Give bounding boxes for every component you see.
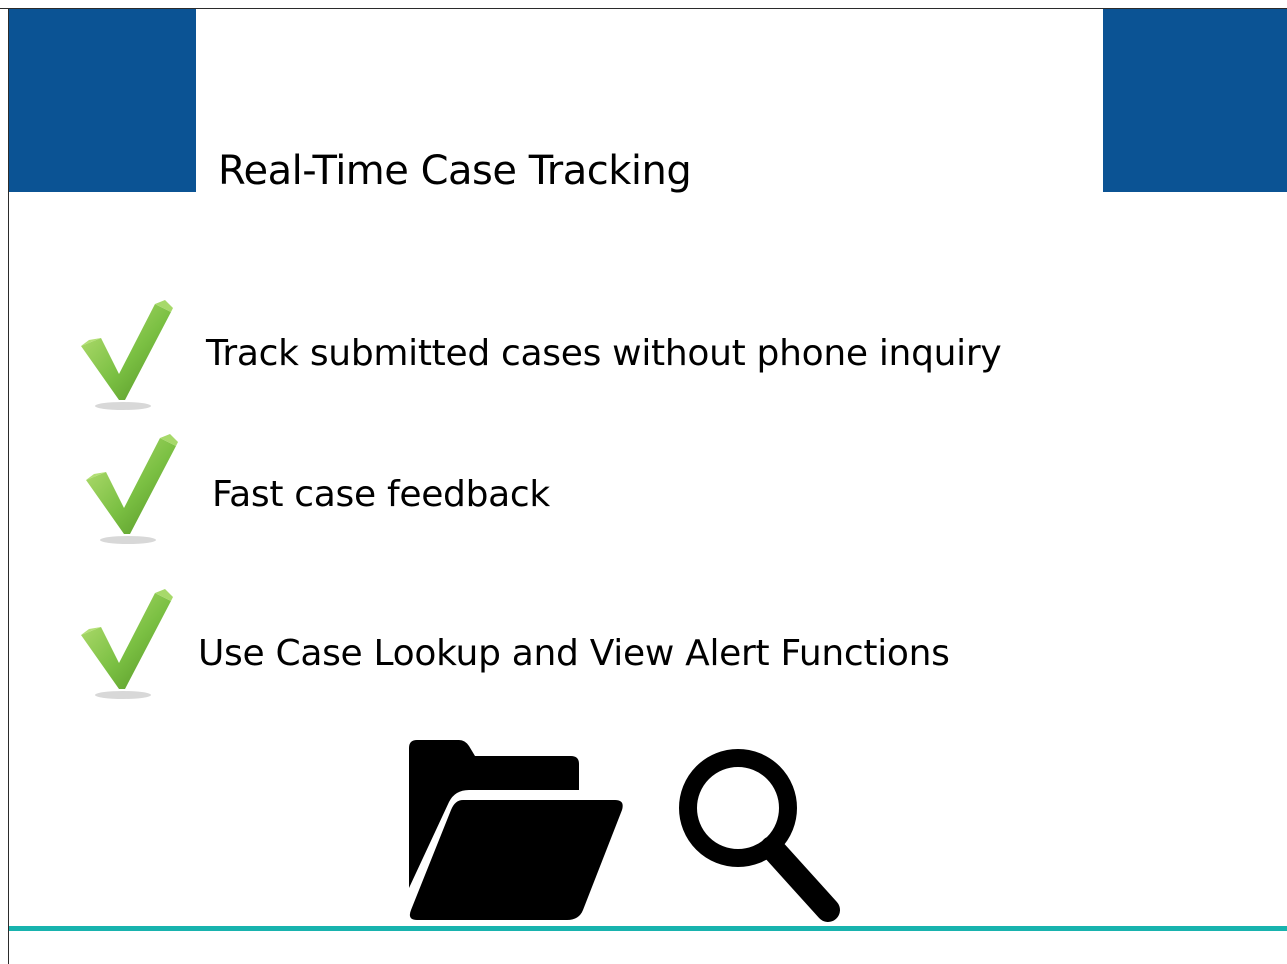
slide-title: Real-Time Case Tracking bbox=[218, 148, 692, 194]
header-block-left bbox=[9, 9, 196, 192]
bottom-rule bbox=[9, 926, 1287, 931]
bullet-text: Use Case Lookup and View Alert Functions bbox=[198, 633, 950, 674]
bullet-text: Track submitted cases without phone inqu… bbox=[206, 333, 1002, 374]
magnifying-glass-icon bbox=[679, 749, 840, 922]
header-block-right bbox=[1103, 9, 1287, 192]
check-icon bbox=[81, 589, 173, 699]
folder-open-icon bbox=[409, 740, 623, 920]
check-icon bbox=[81, 300, 173, 410]
slide: Real-Time Case Tracking Track submitted … bbox=[0, 0, 1287, 964]
bullet-text: Fast case feedback bbox=[212, 474, 550, 515]
check-icon bbox=[86, 434, 178, 544]
